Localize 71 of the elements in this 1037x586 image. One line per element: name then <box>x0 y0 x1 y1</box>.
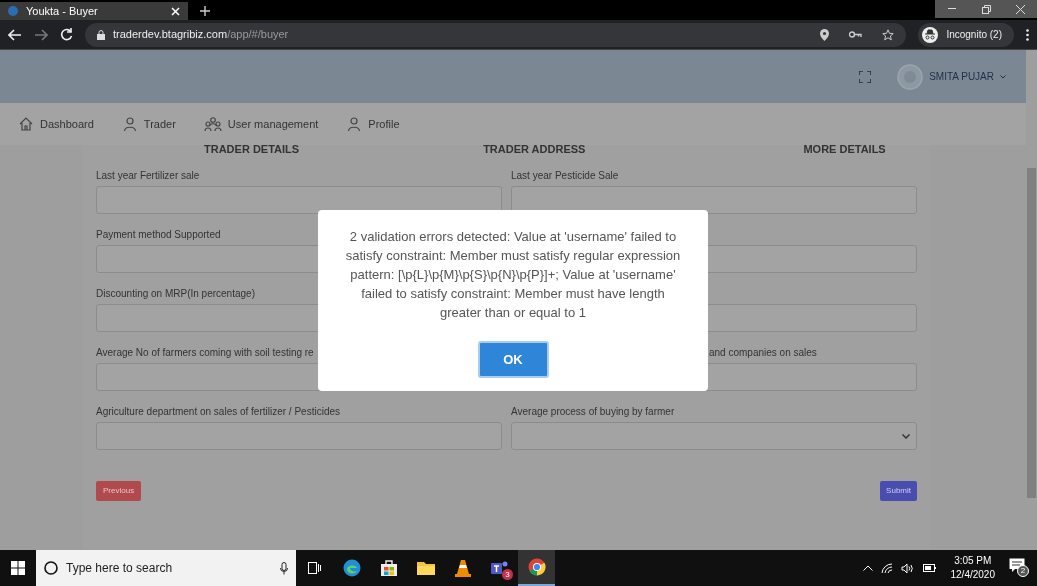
field-label: Average process of buying by farmer <box>511 405 675 417</box>
store-bag-icon[interactable] <box>380 560 397 576</box>
chrome-icon <box>527 558 546 576</box>
key-icon[interactable] <box>849 31 863 38</box>
close-icon <box>1015 4 1025 14</box>
field-label: and companies on sales <box>709 346 817 358</box>
windows-start-icon[interactable] <box>11 561 25 575</box>
minimize-icon <box>948 8 956 10</box>
address-bar[interactable]: traderdev.btagribiz.com/app/#/buyer <box>85 22 907 47</box>
ok-button[interactable]: OK <box>477 341 549 378</box>
previous-button[interactable]: Previous <box>96 481 142 501</box>
field-label: Last year Fertilizer sale <box>96 169 200 181</box>
step-tab[interactable]: MORE DETAILS <box>803 141 886 155</box>
step-tab[interactable]: TRADER ADDRESS <box>483 141 586 155</box>
menu-icon[interactable] <box>1026 28 1029 41</box>
taskbar-search-field[interactable]: Type here to search <box>36 550 296 586</box>
back-icon[interactable] <box>8 28 22 41</box>
notification-badge: 3 <box>502 569 513 580</box>
traffic-cone-icon[interactable] <box>454 559 471 577</box>
folder-icon[interactable] <box>416 561 435 575</box>
wifi-icon[interactable] <box>880 562 893 574</box>
site-favicon <box>8 6 18 16</box>
field-label: Payment method Supported <box>96 228 221 240</box>
star-icon[interactable] <box>882 28 895 41</box>
teams-icon[interactable] <box>490 560 509 576</box>
microphone-icon <box>280 561 288 575</box>
nav-item[interactable]: Dashboard <box>18 115 94 133</box>
search-icon <box>44 561 58 575</box>
field-label: Agriculture department on sales of fertilizer / Pesticides <box>96 405 340 417</box>
clock[interactable]: 3:05 PM 12/4/2020 <box>950 554 995 582</box>
chevron-icon <box>902 433 910 439</box>
input-field[interactable] <box>96 186 502 214</box>
reload-icon[interactable] <box>60 28 73 41</box>
nav-item[interactable]: User management <box>203 115 319 133</box>
url-text: traderdev.btagribiz.com/app/#/buyer <box>113 27 290 43</box>
dropdown-field[interactable] <box>511 422 917 450</box>
field-label: Average No of farmers coming with soil testing re <box>96 346 314 358</box>
restore-icon <box>981 4 991 14</box>
people-icon <box>203 116 222 132</box>
nav-item[interactable]: Trader <box>121 115 176 133</box>
tab-title: Youkta - Buyer <box>26 3 99 19</box>
avatar-icon <box>897 63 924 90</box>
incognito-icon <box>922 26 939 43</box>
home-icon <box>18 116 34 132</box>
user-menu[interactable]: SMITA PUJAR <box>897 63 1006 90</box>
person-icon <box>346 116 363 132</box>
caret-icon <box>1000 74 1006 79</box>
speaker-icon[interactable] <box>900 562 915 574</box>
forward-icon[interactable] <box>34 28 48 41</box>
lock-icon <box>97 29 105 40</box>
chevron-up-icon[interactable] <box>862 565 873 571</box>
dialog-message: 2 validation errors detected: Value at 'username' failed to satisfy constraint: Member must satisfy regular expression pattern: [\p{L}\p{M}\p{S}\p{N}\p{P}]+; Value at 'username' failed to satisfy constraint: Member must have length greater than or equal to 1 <box>344 228 682 322</box>
close-window-button[interactable] <box>1003 0 1037 18</box>
browser-tab[interactable]: Youkta - Buyer <box>0 2 188 20</box>
person-icon <box>121 116 138 132</box>
fullscreen-icon[interactable] <box>859 70 872 83</box>
chrome-taskbar-button[interactable] <box>518 550 555 586</box>
new-tab-icon[interactable] <box>200 6 210 16</box>
input-field[interactable] <box>511 186 917 214</box>
notification-count: 2 <box>1017 565 1029 577</box>
battery-icon[interactable] <box>922 564 937 572</box>
nav-item[interactable]: Profile <box>346 115 400 133</box>
edge-browser-icon[interactable] <box>342 559 361 577</box>
submit-button[interactable]: Submit <box>880 481 917 501</box>
step-tab[interactable]: TRADER DETAILS <box>204 141 300 155</box>
incognito-button[interactable]: Incognito (2) <box>918 22 1014 47</box>
field-label: Discounting on MRP(In percentage) <box>96 287 255 299</box>
task-view-icon[interactable] <box>308 562 321 574</box>
location-pin-icon[interactable] <box>820 28 830 41</box>
close-icon[interactable] <box>171 6 180 16</box>
field-label: Last year Pesticide Sale <box>511 169 619 181</box>
